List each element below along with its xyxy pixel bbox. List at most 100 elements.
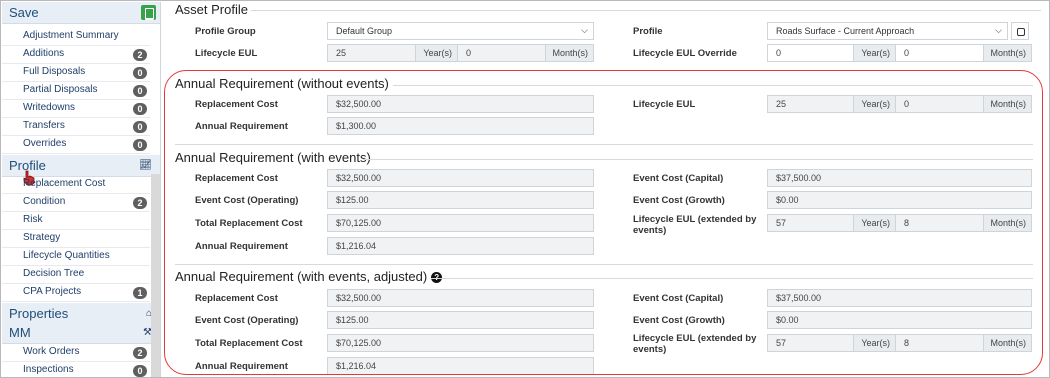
eul-extended-label-line1: Lifecycle EUL (extended by bbox=[633, 214, 757, 225]
eul-override-years-input[interactable]: 0 bbox=[767, 44, 854, 62]
replacement-cost-field: $32,500.00 bbox=[327, 169, 594, 187]
years-unit: Year(s) bbox=[415, 44, 458, 62]
sidebar-item-strategy[interactable]: Strategy bbox=[2, 230, 150, 248]
months-unit: Month(s) bbox=[983, 334, 1032, 352]
replacement-cost-field: $32,500.00 bbox=[327, 289, 594, 307]
eul-override-label: Lifecycle EUL Override bbox=[633, 48, 737, 59]
adjusted-title: Annual Requirement (with events, adjuste… bbox=[175, 269, 443, 284]
eul-years-field: 25 bbox=[327, 44, 416, 62]
eul-years-field: 25 bbox=[767, 95, 854, 113]
count-badge: 0 bbox=[133, 365, 147, 377]
event-cost-growth-label: Event Cost (Growth) bbox=[633, 315, 725, 326]
sidebar-item-work-orders[interactable]: Work Orders 2 bbox=[2, 344, 150, 362]
replacement-cost-label: Replacement Cost bbox=[195, 293, 278, 304]
event-cost-operating-field: $125.00 bbox=[327, 191, 594, 209]
event-cost-operating-label: Event Cost (Operating) bbox=[195, 315, 299, 326]
total-replacement-cost-label: Total Replacement Cost bbox=[195, 338, 303, 349]
count-badge: 2 bbox=[133, 197, 147, 209]
eul-extended-months-field: 8 bbox=[895, 214, 984, 232]
count-badge: 2 bbox=[133, 347, 147, 359]
event-cost-operating-field: $125.00 bbox=[327, 311, 594, 329]
profile-group-label: Profile Group bbox=[195, 26, 256, 37]
event-cost-growth-label: Event Cost (Growth) bbox=[633, 195, 725, 206]
profile-select[interactable]: Roads Surface - Current Approach ⌵ bbox=[767, 22, 1008, 40]
divider bbox=[363, 159, 1033, 160]
event-cost-operating-label: Event Cost (Operating) bbox=[195, 195, 299, 206]
event-cost-capital-field: $37,500.00 bbox=[767, 169, 1032, 187]
replacement-cost-label: Replacement Cost bbox=[195, 173, 278, 184]
sidebar-item-risk[interactable]: Risk bbox=[2, 212, 150, 230]
eul-extended-years-field: 57 bbox=[767, 214, 854, 232]
save-label: Save bbox=[9, 5, 39, 20]
replacement-cost-label: Replacement Cost bbox=[195, 99, 278, 110]
count-badge: 1 bbox=[133, 287, 147, 299]
annual-requirement-field: $1,216.04 bbox=[327, 357, 594, 375]
count-badge: 2 bbox=[133, 49, 147, 61]
divider bbox=[175, 264, 1033, 265]
sidebar-item-overrides[interactable]: Overrides 0 bbox=[2, 136, 150, 154]
replacement-cost-field: $32,500.00 bbox=[327, 95, 594, 113]
total-replacement-cost-label: Total Replacement Cost bbox=[195, 218, 303, 229]
count-badge: 0 bbox=[133, 67, 147, 79]
annual-requirement-label: Annual Requirement bbox=[195, 121, 288, 132]
mm-header[interactable]: MM ⚒ bbox=[2, 322, 160, 344]
count-badge: 0 bbox=[133, 139, 147, 151]
annual-requirement-field: $1,216.04 bbox=[327, 237, 594, 255]
lifecycle-eul-label: Lifecycle EUL bbox=[633, 99, 696, 110]
divider bbox=[175, 144, 1033, 145]
divider bbox=[251, 10, 1041, 11]
profile-label: Profile bbox=[633, 26, 663, 37]
annual-requirement-field: $1,300.00 bbox=[327, 117, 594, 135]
months-unit: Month(s) bbox=[545, 44, 594, 62]
sidebar-item-lifecycle-quantities[interactable]: Lifecycle Quantities bbox=[2, 248, 150, 266]
sidebar-item-partial-disposals[interactable]: Partial Disposals 0 bbox=[2, 82, 150, 100]
profile-detail-icon[interactable] bbox=[1011, 22, 1029, 40]
event-cost-growth-field: $0.00 bbox=[767, 191, 1032, 209]
eul-extended-months-field: 8 bbox=[895, 334, 984, 352]
sidebar-item-cpa-projects[interactable]: CPA Projects 1 bbox=[2, 284, 150, 302]
months-unit: Month(s) bbox=[983, 214, 1032, 232]
eul-extended-label-line1: Lifecycle EUL (extended by bbox=[633, 333, 757, 344]
divider bbox=[431, 278, 1033, 279]
eul-extended-label-line2: events) bbox=[633, 344, 667, 355]
sidebar-item-transfers[interactable]: Transfers 0 bbox=[2, 118, 150, 136]
mm-label: MM bbox=[9, 325, 31, 340]
sidebar-item-decision-tree[interactable]: Decision Tree bbox=[2, 266, 150, 284]
eul-months-field: 0 bbox=[895, 95, 984, 113]
save-icon[interactable] bbox=[141, 5, 156, 20]
lifecycle-eul-label: Lifecycle EUL bbox=[195, 48, 258, 59]
years-unit: Year(s) bbox=[853, 44, 896, 62]
count-badge: 0 bbox=[133, 85, 147, 97]
sidebar-item-full-disposals[interactable]: Full Disposals 0 bbox=[2, 64, 150, 82]
event-cost-growth-field: $0.00 bbox=[767, 311, 1032, 329]
app-window: Save Adjustment Summary Additions 2 Full … bbox=[0, 0, 1050, 378]
sidebar-item-replacement-cost[interactable]: Replacement Cost bbox=[2, 176, 150, 194]
sidebar-item-additions[interactable]: Additions 2 bbox=[2, 46, 150, 64]
count-badge: 0 bbox=[133, 103, 147, 115]
eul-override-months-input[interactable]: 0 bbox=[895, 44, 984, 62]
eul-months-field: 0 bbox=[457, 44, 546, 62]
eul-extended-years-field: 57 bbox=[767, 334, 854, 352]
save-header[interactable]: Save bbox=[2, 2, 160, 24]
sidebar: Save Adjustment Summary Additions 2 Full … bbox=[2, 2, 161, 377]
sidebar-item-adjustment-summary[interactable]: Adjustment Summary bbox=[2, 28, 150, 46]
sidebar-item-writedowns[interactable]: Writedowns 0 bbox=[2, 100, 150, 118]
properties-label: Properties bbox=[9, 306, 69, 321]
chevron-down-icon: ⌵ bbox=[995, 25, 1002, 35]
years-unit: Year(s) bbox=[853, 214, 896, 232]
years-unit: Year(s) bbox=[853, 334, 896, 352]
sidebar-item-condition[interactable]: Condition 2 bbox=[2, 194, 150, 212]
profile-group-select[interactable]: Default Group ⌵ bbox=[327, 22, 594, 40]
total-replacement-cost-field: $70,125.00 bbox=[327, 334, 594, 352]
eul-extended-label-line2: events) bbox=[633, 225, 667, 236]
with-events-title: Annual Requirement (with events) bbox=[175, 150, 371, 165]
sidebar-scrollbar[interactable] bbox=[151, 174, 160, 377]
divider bbox=[393, 85, 1033, 86]
annual-requirement-label: Annual Requirement bbox=[195, 241, 288, 252]
event-cost-capital-label: Event Cost (Capital) bbox=[633, 293, 724, 304]
event-cost-capital-field: $37,500.00 bbox=[767, 289, 1032, 307]
sidebar-item-inspections[interactable]: Inspections 0 bbox=[2, 362, 150, 377]
asset-profile-title: Asset Profile bbox=[175, 2, 248, 17]
months-unit: Month(s) bbox=[983, 44, 1032, 62]
chart-icon: 📈︎ bbox=[139, 160, 152, 171]
